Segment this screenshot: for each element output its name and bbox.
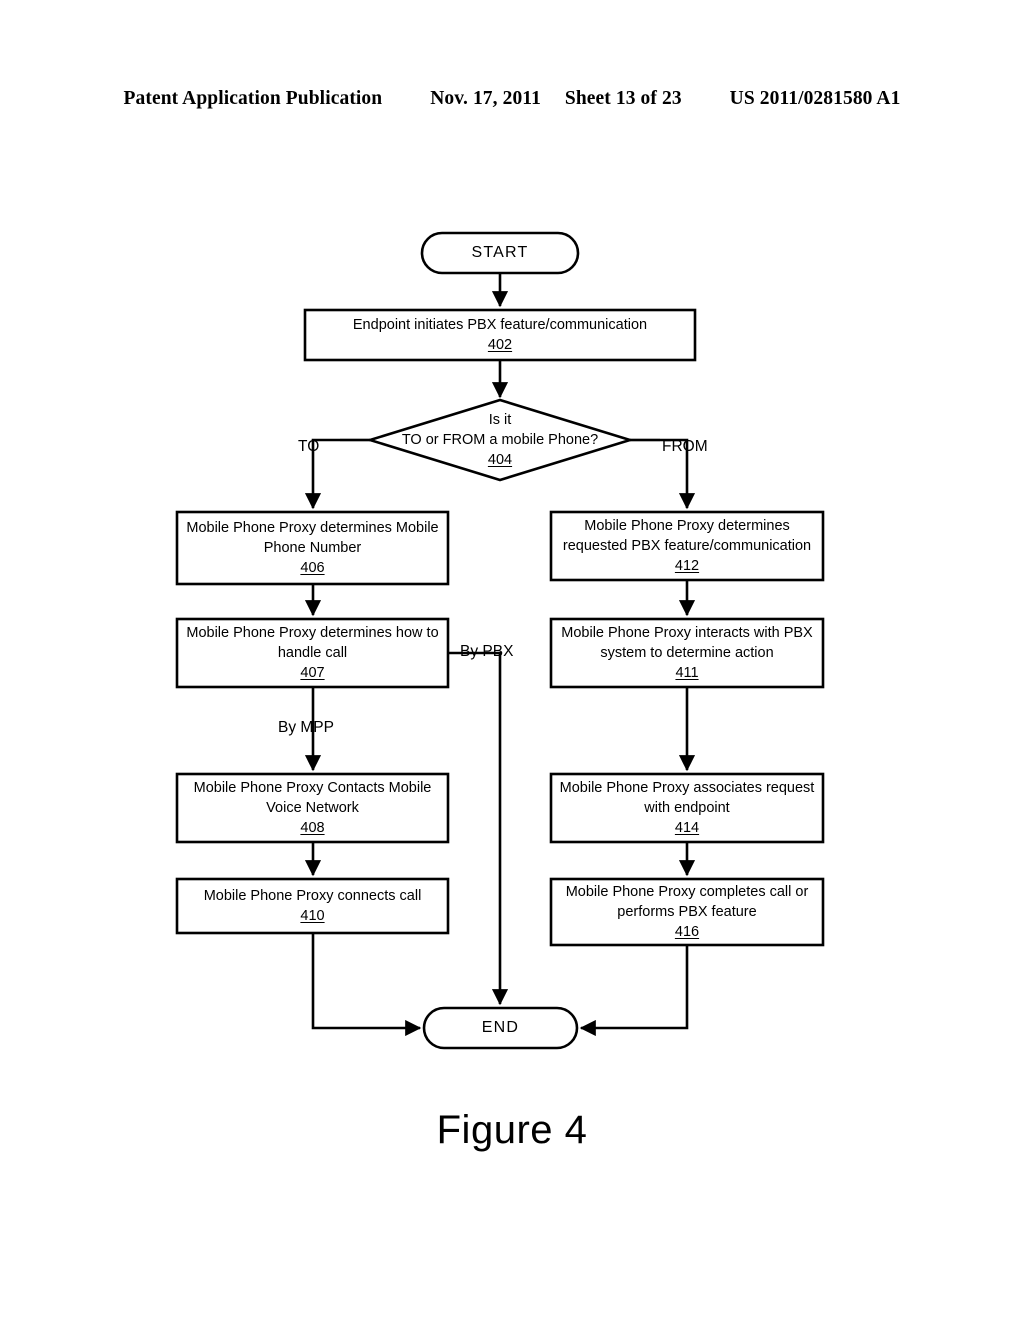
node-end-shape (422, 1006, 579, 1050)
edge-404-to-406 (304, 438, 370, 510)
edge-404-to-412 (630, 438, 696, 510)
node-406-shape (175, 510, 450, 586)
node-412-shape (549, 510, 825, 582)
node-404-shape (365, 398, 635, 482)
node-start-shape (420, 231, 580, 275)
figure-caption: Figure 4 (436, 1108, 588, 1152)
edge-407-by-pbx-to-end (448, 651, 509, 1006)
node-414-shape (549, 772, 825, 844)
edge-410-to-end (311, 933, 422, 1037)
edge-416-to-end (579, 945, 689, 1037)
node-402-shape (303, 308, 697, 362)
node-410-shape (175, 877, 450, 935)
node-416-shape (549, 877, 825, 947)
node-407-shape (175, 617, 450, 689)
node-408-shape (175, 772, 450, 844)
node-411-shape (549, 617, 825, 689)
